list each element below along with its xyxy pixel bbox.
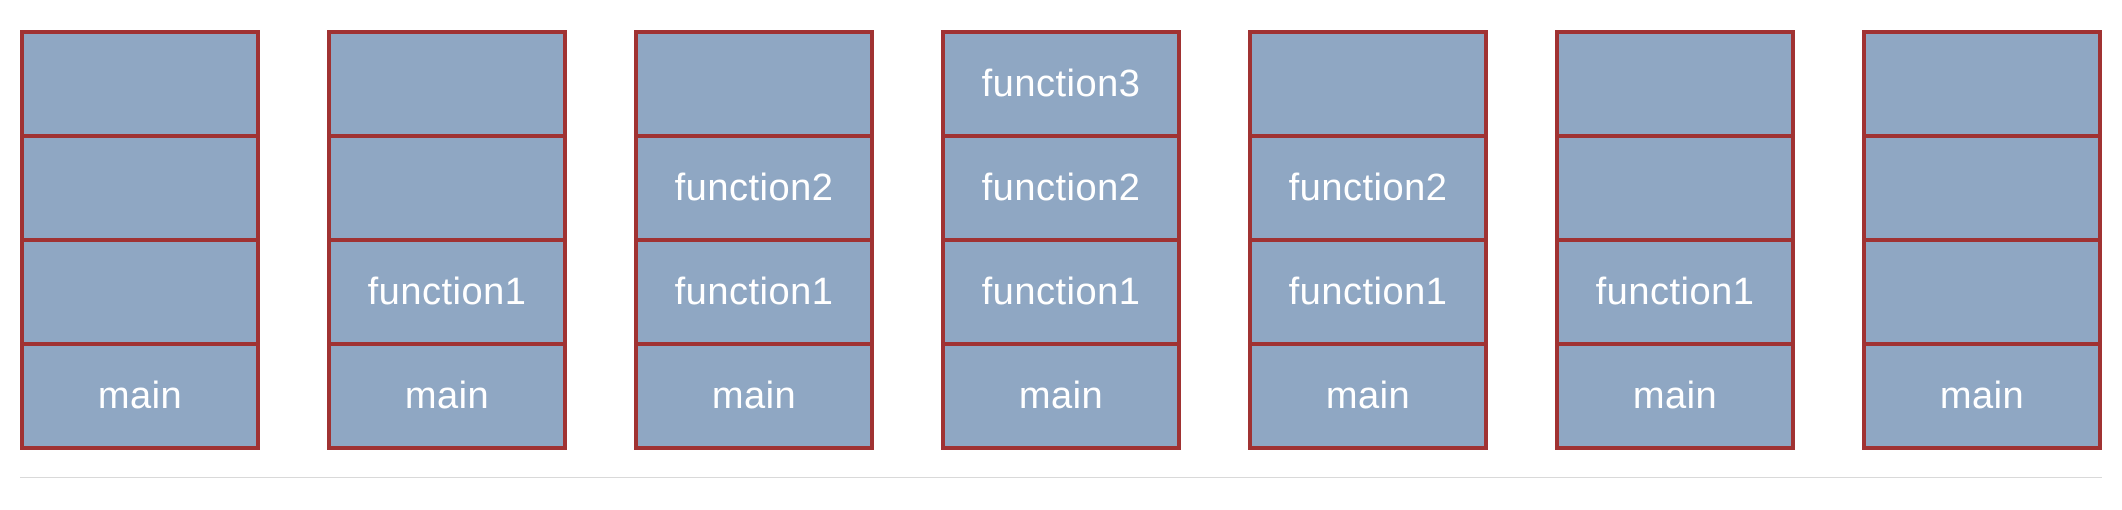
stack-frame [327,134,567,242]
frame-label: function2 [1289,167,1448,210]
stack-frame: function3 [941,30,1181,138]
frame-label: function1 [1596,271,1755,314]
stack-frame [327,30,567,138]
stack-frame: function1 [1248,238,1488,346]
frame-label: main [1019,375,1103,418]
stack-frame: main [327,342,567,450]
frame-label: function1 [982,271,1141,314]
stack-frame [20,134,260,242]
baseline-divider [20,477,2102,478]
stack: function1 main [327,30,567,450]
stack-diagram: main function1 main function2 function1 … [20,30,2102,450]
stack-frame [20,30,260,138]
frame-label: main [712,375,796,418]
stack-frame: function1 [327,238,567,346]
stack-frame [1862,134,2102,242]
stack-frame: function1 [941,238,1181,346]
stack-frame: main [1862,342,2102,450]
stack-frame: function2 [634,134,874,242]
stack-frame: function2 [941,134,1181,242]
stack-frame: main [20,342,260,450]
stack-frame: main [1248,342,1488,450]
stack: function1 main [1555,30,1795,450]
frame-label: function2 [675,167,834,210]
stack-frame [1555,30,1795,138]
frame-label: main [98,375,182,418]
stack-frame [1248,30,1488,138]
frame-label: main [1940,375,2024,418]
frame-label: main [1633,375,1717,418]
frame-label: function1 [675,271,834,314]
stack-frame: main [634,342,874,450]
stack-frame [1862,238,2102,346]
stack-frame: function2 [1248,134,1488,242]
stack-frame [20,238,260,346]
stack-frame [634,30,874,138]
frame-label: function3 [982,63,1141,106]
stack: main [1862,30,2102,450]
stack: function2 function1 main [1248,30,1488,450]
frame-label: function1 [368,271,527,314]
stack: function2 function1 main [634,30,874,450]
stack-frame: main [941,342,1181,450]
stack: main [20,30,260,450]
frame-label: function2 [982,167,1141,210]
stack-frame: function1 [634,238,874,346]
frame-label: function1 [1289,271,1448,314]
frame-label: main [1326,375,1410,418]
stack-frame: main [1555,342,1795,450]
stack-frame [1862,30,2102,138]
stack-frame: function1 [1555,238,1795,346]
stack: function3 function2 function1 main [941,30,1181,450]
frame-label: main [405,375,489,418]
stack-frame [1555,134,1795,242]
